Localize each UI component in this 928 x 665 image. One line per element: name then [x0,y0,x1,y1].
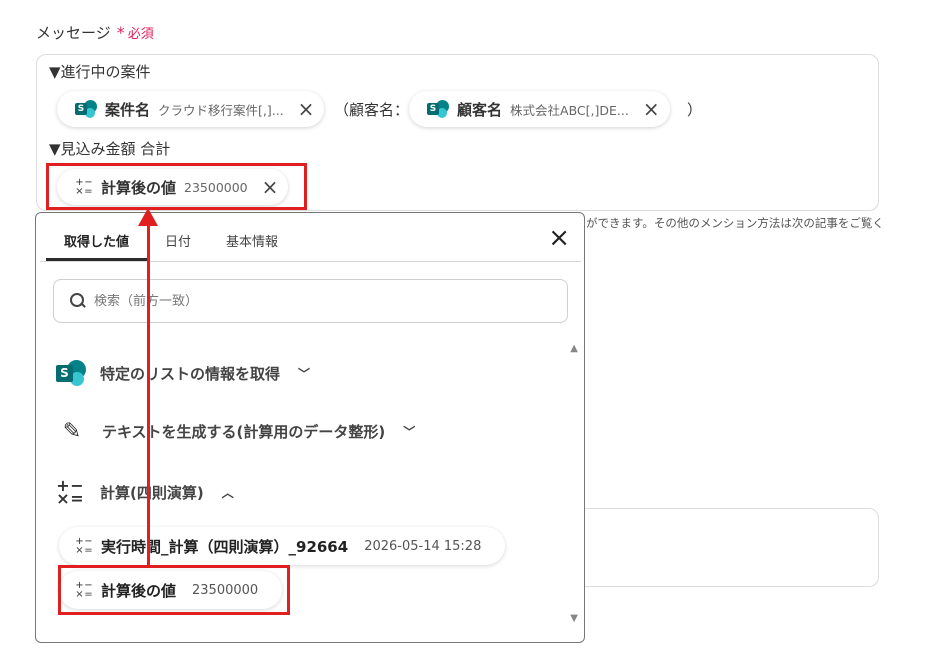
scroll-down-arrow[interactable]: ▼ [570,613,578,624]
calculator-icon: + − × = [75,536,93,556]
section-generate-text[interactable]: ✎ テキストを生成する(計算用のデータ整形) ﹀ [56,419,416,444]
section-label: 計算(四則演算) [100,483,204,502]
pencil-icon: ✎ [62,419,82,444]
message-line-1: ▼進行中の案件 [49,63,151,81]
result-label: 実行時間_計算（四則演算）_92664 [101,537,349,556]
chip-value: クラウド移行案件[,]... [158,102,284,118]
search-field[interactable] [53,279,568,323]
annotation-arrow-head [138,208,158,226]
annotation-arrow-shaft [147,222,150,567]
section-label: テキストを生成する(計算用のデータ整形) [102,423,386,441]
popup-tabs: 取得した値 日付 基本情報 [46,227,313,261]
highlight-box-inserted-chip [46,163,307,210]
sharepoint-icon: S [75,100,97,118]
scroll-up-arrow[interactable]: ▲ [570,343,578,354]
variable-chip-customer-name[interactable]: S 顧客名 株式会社ABC[,]DE... × [409,91,670,127]
calculator-icon: + − × = [56,476,84,508]
tabs-divider [40,261,581,262]
chip-remove-icon[interactable]: × [298,99,315,119]
result-value: 2026-05-14 15:28 [364,538,482,554]
chevron-down-icon: ﹀ [298,366,311,381]
chip-label: 顧客名 [457,100,503,119]
chevron-down-icon: ﹀ [403,425,416,439]
chip-label: 案件名 [105,100,151,119]
help-text: ができます。その他のメンション方法は次の記事をご覧く [586,216,884,230]
result-item-execution-time[interactable]: + − × = 実行時間_計算（四則演算）_92664 2026-05-14 15:2… [59,527,506,565]
section-calculation[interactable]: + − × = 計算(四則演算) ︿ [56,476,234,508]
sharepoint-icon: S [56,360,86,386]
chevron-up-icon: ︿ [221,485,234,500]
field-label: メッセージ * 必須 [36,22,154,43]
tab-basic-info[interactable]: 基本情報 [226,227,278,261]
search-input[interactable] [94,293,514,309]
message-line-2: ▼見込み金額 合計 [49,140,171,158]
highlight-box-result-item [58,565,290,615]
close-icon[interactable]: × [548,225,570,251]
tab-retrieved-values[interactable]: 取得した値 [46,227,148,261]
required-text: 必須 [127,27,154,42]
chip-remove-icon[interactable]: × [643,99,660,119]
sharepoint-icon: S [427,100,449,118]
required-asterisk: * [116,23,125,42]
search-icon [70,293,86,309]
section-label: 特定のリストの情報を取得 [100,364,281,383]
background-input-box[interactable] [580,508,879,587]
message-paren-open: （顧客名： [334,101,410,119]
tab-date[interactable]: 日付 [165,227,191,261]
section-sharepoint-list[interactable]: S 特定のリストの情報を取得 ﹀ [56,360,310,386]
chip-value: 株式会社ABC[,]DE... [510,102,629,118]
variable-chip-project-name[interactable]: S 案件名 クラウド移行案件[,]... × [57,91,325,127]
required-indicator: * 必須 [117,23,154,42]
field-label-text: メッセージ [36,24,111,42]
message-paren-close: ） [687,101,703,119]
